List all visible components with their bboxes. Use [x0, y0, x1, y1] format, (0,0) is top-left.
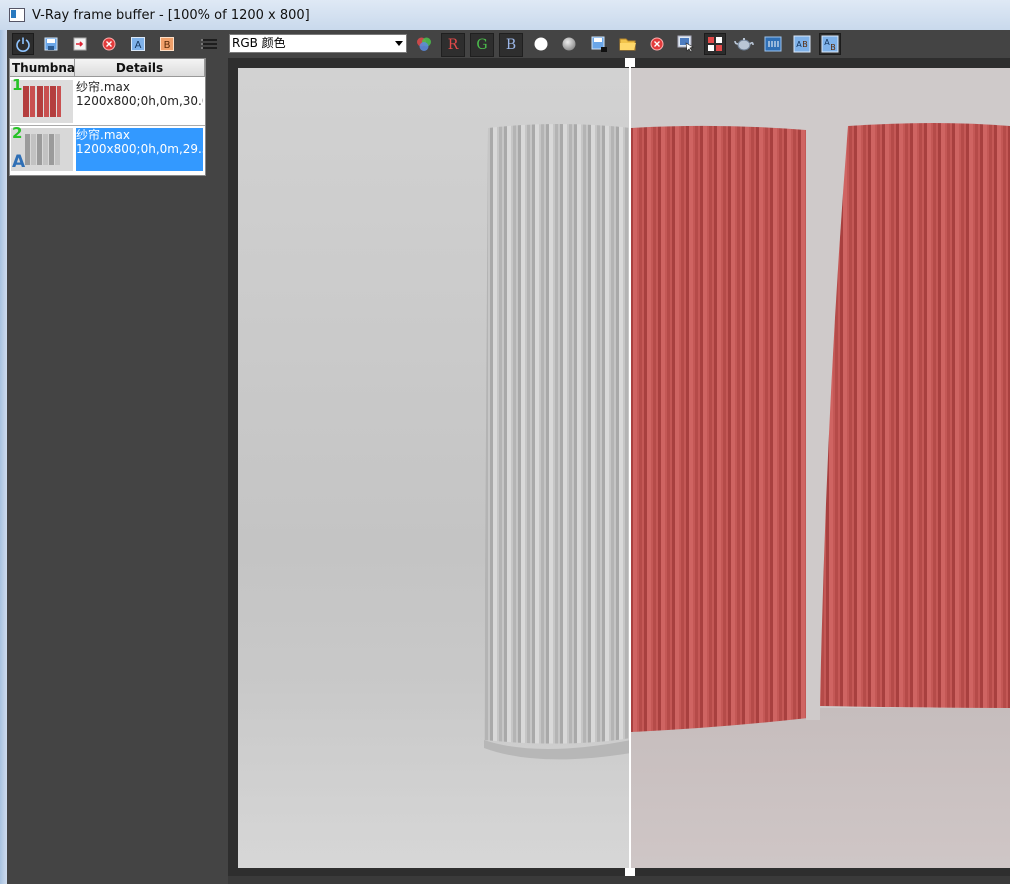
- blue-channel-button[interactable]: B: [499, 33, 523, 57]
- open-folder-icon[interactable]: [617, 33, 639, 55]
- region-render-icon[interactable]: [704, 33, 726, 55]
- lens-effects-icon[interactable]: [762, 33, 784, 55]
- svg-text:B: B: [830, 43, 836, 52]
- history-item[interactable]: 1 纱帘.max 1200x800;0h,0m,30.0s: [10, 76, 205, 126]
- ab-compare-divider[interactable]: [629, 58, 631, 876]
- history-item-details: 纱帘.max 1200x800;0h,0m,30.0s: [76, 80, 203, 123]
- details-column-header[interactable]: Details: [75, 59, 205, 77]
- history-item-name: 纱帘.max: [76, 128, 130, 142]
- bottom-toolbar: [228, 876, 1010, 884]
- ab-compare-icon[interactable]: AB: [791, 33, 813, 55]
- history-item-info: 1200x800;0h,0m,29.3s: [76, 142, 203, 156]
- channel-select-value: RGB 颜色: [232, 36, 286, 50]
- green-channel-button[interactable]: G: [470, 33, 494, 57]
- red-channel-label: R: [447, 37, 459, 53]
- channel-select[interactable]: RGB 颜色: [229, 34, 407, 53]
- clear-image-icon[interactable]: [646, 33, 668, 55]
- track-mouse-icon[interactable]: [675, 33, 697, 55]
- white-circle-icon[interactable]: [530, 33, 552, 55]
- clear-icon[interactable]: [98, 33, 120, 55]
- history-item-number: 1: [12, 76, 23, 94]
- chevron-down-icon: [395, 41, 403, 46]
- history-item-details: 纱帘.max 1200x800;0h,0m,29.3s: [76, 128, 203, 171]
- rendered-image: [238, 68, 1010, 868]
- red-channel-button[interactable]: R: [441, 33, 465, 57]
- teapot-icon[interactable]: [733, 33, 755, 55]
- b-icon[interactable]: B: [156, 33, 178, 55]
- green-channel-label: G: [476, 37, 488, 53]
- ab-divider-handle-top[interactable]: [625, 58, 635, 67]
- window-title: V-Ray frame buffer - [100% of 1200 x 800…: [32, 7, 310, 23]
- render-viewport[interactable]: [228, 58, 1010, 877]
- history-item-name: 纱帘.max: [76, 80, 130, 94]
- vray-app-icon: [9, 8, 25, 22]
- svg-text:B: B: [164, 40, 171, 51]
- thumbnail-column-header[interactable]: Thumbnai: [10, 59, 75, 77]
- load-into-fb-icon[interactable]: [69, 33, 91, 55]
- history-header: Thumbnai Details: [10, 59, 205, 77]
- color-channels-icon[interactable]: [413, 33, 435, 55]
- save-icon[interactable]: [40, 33, 62, 55]
- grey-circle-icon[interactable]: [558, 33, 580, 55]
- toolbar: A B RGB 颜色 R G B A B A B: [7, 30, 1010, 58]
- title-bar: V-Ray frame buffer - [100% of 1200 x 800…: [0, 0, 1010, 31]
- history-item-selected[interactable]: 2 A 纱帘.max 1200x800;0h,0m,29.3s: [10, 124, 205, 173]
- history-item-info: 1200x800;0h,0m,30.0s: [76, 94, 203, 108]
- blue-channel-label: B: [505, 37, 517, 53]
- a-icon[interactable]: A: [127, 33, 149, 55]
- compare-a-badge: A: [12, 152, 26, 172]
- window-frame: [0, 30, 7, 884]
- svg-text:B: B: [802, 40, 808, 49]
- power-icon[interactable]: [12, 33, 34, 55]
- history-panel: Thumbnai Details 1 纱帘.max 1200x800;0h,0m…: [9, 58, 206, 176]
- ab-compare-alt-icon[interactable]: AB: [819, 33, 841, 55]
- svg-text:A: A: [135, 40, 142, 51]
- menu-lines-icon[interactable]: [199, 33, 221, 55]
- save-image-icon[interactable]: [588, 33, 610, 55]
- history-item-number: 2: [12, 124, 23, 142]
